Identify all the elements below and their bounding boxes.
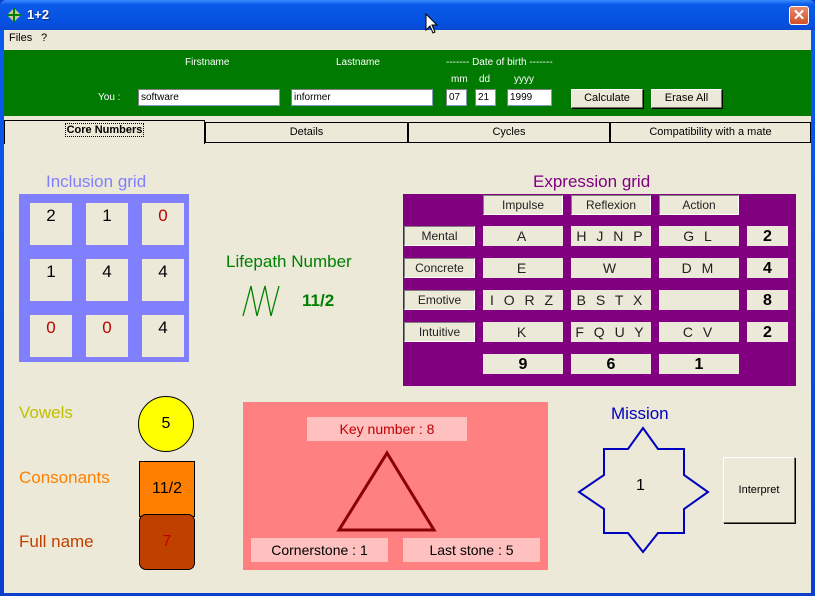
consonants-value: 11/2 (152, 480, 182, 497)
interpret-button[interactable]: Interpret (723, 457, 795, 523)
expression-cell: I O R Z (483, 290, 563, 310)
expression-column-total: 1 (659, 354, 739, 374)
close-icon: ✕ (792, 7, 806, 24)
inclusion-cell: 0 (86, 315, 128, 357)
expression-cell: B S T X (571, 290, 651, 310)
consonants-square: 11/2 (139, 461, 195, 517)
calculate-button[interactable]: Calculate (571, 89, 643, 108)
lifepath-title: Lifepath Number (226, 252, 352, 271)
expression-column-total: 6 (571, 354, 651, 374)
mission-value: 1 (636, 477, 645, 494)
you-label: You : (98, 92, 121, 103)
window-title: 1+2 (27, 7, 50, 22)
inclusion-cell: 1 (86, 203, 128, 245)
expression-cell: H J N P (571, 226, 651, 246)
tab-compatibility[interactable]: Compatibility with a mate (610, 122, 811, 142)
tab-core-numbers[interactable]: Core Numbers (4, 120, 205, 144)
inclusion-cell: 0 (142, 203, 184, 245)
inclusion-grid-title: Inclusion grid (46, 172, 147, 191)
expression-column-header: Action (659, 195, 739, 215)
fullname-rounded-square: 7 (139, 514, 195, 570)
inclusion-cell: 0 (30, 315, 72, 357)
vowels-label: Vowels (19, 403, 73, 422)
erase-all-button[interactable]: Erase All (651, 89, 722, 108)
fullname-value: 7 (162, 533, 172, 550)
mission-title: Mission (611, 404, 669, 423)
menu-help[interactable]: ? (41, 32, 47, 44)
year-input[interactable] (507, 89, 552, 106)
triangle-panel: Key number : 8 Cornerstone : 1 Last ston… (243, 402, 548, 570)
tab-details[interactable]: Details (205, 122, 408, 142)
expression-column-header: Reflexion (571, 195, 651, 215)
day-input[interactable] (475, 89, 496, 106)
consonants-label: Consonants (19, 468, 110, 487)
mm-label: mm (451, 74, 468, 85)
app-window: 1+2 ✕ Files ? Firstname Lastname -------… (0, 0, 815, 596)
title-bar[interactable]: 1+2 ✕ (0, 0, 815, 30)
lastname-input[interactable] (291, 89, 433, 106)
fullname-label: Full name (19, 532, 94, 551)
mouse-cursor-icon (425, 13, 439, 34)
firstname-label: Firstname (185, 57, 230, 68)
close-button[interactable]: ✕ (789, 6, 809, 25)
expression-cell: G L (659, 226, 739, 246)
expression-grid-title: Expression grid (533, 172, 651, 191)
expression-row-total: 2 (747, 322, 788, 342)
expression-cell (659, 290, 739, 310)
vowels-circle: 5 (138, 396, 194, 452)
identity-panel: Firstname Lastname ------- Date of birth… (4, 50, 811, 116)
expression-row-total: 4 (747, 258, 788, 278)
cornerstone-label: Cornerstone : 1 (251, 538, 388, 562)
firstname-input[interactable] (138, 89, 280, 106)
inclusion-cell: 4 (142, 259, 184, 301)
tab-cycles[interactable]: Cycles (408, 122, 610, 142)
expression-cell: D M (659, 258, 739, 278)
expression-cell: A (483, 226, 563, 246)
expression-column-header: Impulse (483, 195, 563, 215)
expression-column-total: 9 (483, 354, 563, 374)
lastname-label: Lastname (336, 57, 380, 68)
tab-label: Core Numbers (64, 123, 145, 137)
inclusion-cell: 2 (30, 203, 72, 245)
zigzag-icon (242, 285, 280, 317)
lifepath-value: 11/2 (302, 291, 335, 310)
app-diamond-icon (7, 8, 21, 22)
expression-grid: Impulse Reflexion Action Mental A H J N P G L 2… (403, 194, 796, 386)
dd-label: dd (479, 74, 491, 85)
month-input[interactable] (446, 89, 467, 106)
expression-row-header: Concrete (404, 258, 475, 278)
dob-label: ------- Date of birth ------- (446, 57, 553, 68)
expression-row-header: Intuitive (404, 322, 475, 342)
inclusion-cell: 4 (142, 315, 184, 357)
core-numbers-panel: Inclusion grid 210144004 Lifepath Number… (4, 142, 811, 593)
expression-row-header: Emotive (404, 290, 475, 310)
expression-cell: W (571, 258, 651, 278)
triangle-icon (336, 450, 437, 532)
last-stone-label: Last stone : 5 (403, 538, 540, 562)
expression-cell: F Q U Y (571, 322, 651, 342)
inclusion-cell: 4 (86, 259, 128, 301)
expression-row-total: 8 (747, 290, 788, 310)
yyyy-label: yyyy (514, 74, 534, 85)
expression-cell: K (483, 322, 563, 342)
menu-files[interactable]: Files (9, 32, 32, 44)
menu-bar: Files ? (4, 30, 811, 48)
vowels-value: 5 (161, 415, 171, 432)
key-number-label: Key number : 8 (307, 417, 467, 441)
expression-cell: E (483, 258, 563, 278)
inclusion-cell: 1 (30, 259, 72, 301)
client-area: Files ? Firstname Lastname ------- Date … (4, 30, 811, 593)
expression-row-header: Mental (404, 226, 475, 246)
inclusion-grid: 210144004 (19, 194, 189, 362)
expression-row-total: 2 (747, 226, 788, 246)
expression-cell: C V (659, 322, 739, 342)
